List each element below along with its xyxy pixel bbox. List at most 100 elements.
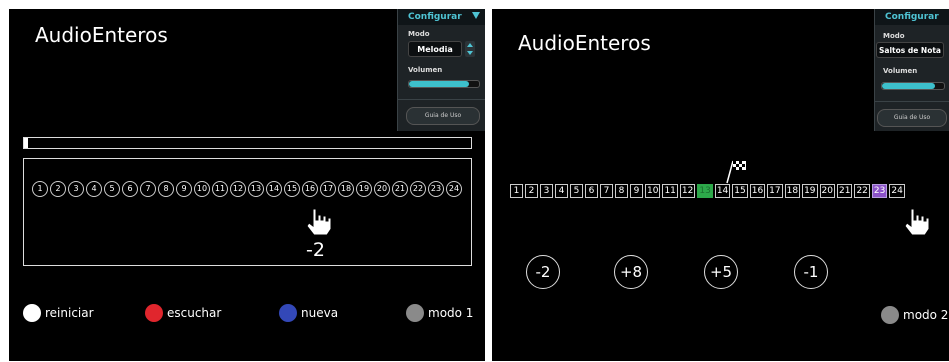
number-circle: 14 — [266, 181, 282, 197]
app-title: AudioEnteros — [518, 31, 651, 55]
number-square: 17 — [767, 184, 783, 198]
jump-option-button[interactable]: -1 — [794, 255, 828, 289]
jump-option-button[interactable]: +8 — [614, 255, 648, 289]
number-line: 1 2 3 4 5 6 7 8 9 10 11 12 13 14 15 16 17 18 19 20 21 22 23 24 — [510, 184, 907, 198]
number-square: 16 — [749, 184, 766, 198]
config-panel: Configurar Modo Saltos de Nota Volumen G… — [874, 9, 949, 131]
control-label: nueva — [301, 306, 339, 320]
number-circle: 12 — [230, 181, 246, 197]
volume-slider[interactable] — [881, 82, 945, 90]
number-circle: 19 — [356, 181, 372, 197]
progress-fill — [24, 138, 29, 148]
mode-select[interactable]: Melodia — [408, 41, 462, 57]
number-circle: 21 — [392, 181, 408, 197]
number-square: 24 — [889, 184, 905, 198]
right-panel: AudioEnteros Configurar Modo Saltos de N… — [492, 9, 949, 361]
left-panel: AudioEnteros Configurar Modo Melodia Vol… — [9, 9, 485, 361]
divider — [398, 99, 485, 100]
number-square: 15 — [732, 184, 748, 198]
volume-fill — [409, 81, 469, 87]
mode-button[interactable]: modo 1 — [406, 304, 473, 322]
number-square: 8 — [615, 184, 628, 198]
mode-select[interactable]: Saltos de Nota — [876, 42, 944, 58]
hand-cursor-icon — [904, 208, 930, 236]
mode-button[interactable]: modo 2 — [881, 306, 948, 324]
mode-button-label: modo 2 — [903, 308, 949, 322]
number-square: 19 — [802, 184, 818, 198]
number-square: 4 — [555, 184, 568, 198]
volume-fill — [882, 83, 935, 89]
escuchar-button[interactable]: escuchar — [145, 304, 221, 322]
config-panel: Configurar Modo Melodia Volumen Guia de … — [397, 9, 485, 131]
number-square: 11 — [662, 184, 678, 198]
number-square: 20 — [819, 184, 835, 198]
config-header[interactable]: Configurar — [398, 9, 485, 25]
reiniciar-button[interactable]: reiniciar — [23, 304, 94, 322]
control-label: escuchar — [167, 306, 222, 320]
config-header-label: Configurar — [408, 12, 462, 22]
mode-label: Modo — [408, 30, 430, 38]
number-circle: 15 — [284, 181, 300, 197]
number-circle: 23 — [428, 181, 444, 197]
number-circle: 17 — [320, 181, 336, 197]
number-circle: 6 — [122, 181, 138, 197]
number-square: 10 — [645, 184, 661, 198]
mode-spinner-icon[interactable] — [465, 41, 475, 57]
number-line: 1 2 3 4 5 6 7 8 9 10 11 12 13 14 15 16 17 18 19 20 21 22 23 24 — [32, 181, 464, 197]
app-title: AudioEnteros — [35, 23, 168, 47]
number-circle: 9 — [176, 181, 192, 197]
jump-option-button[interactable]: +5 — [704, 255, 738, 289]
number-square: 9 — [630, 184, 643, 198]
volume-label: Volumen — [883, 67, 918, 75]
volume-label: Volumen — [408, 66, 443, 74]
number-circle: 8 — [158, 181, 174, 197]
control-label: modo 1 — [428, 306, 474, 320]
number-square: 13 — [697, 184, 713, 198]
number-square: 12 — [679, 184, 696, 198]
number-circle: 20 — [374, 181, 390, 197]
control-dot-icon — [145, 304, 163, 322]
number-circle: 18 — [338, 181, 354, 197]
volume-slider[interactable] — [408, 80, 480, 88]
number-square: 2 — [525, 184, 538, 198]
config-header[interactable]: Configurar — [875, 9, 949, 25]
control-label: reiniciar — [45, 306, 94, 320]
number-square: 1 — [510, 184, 523, 198]
number-circle: 13 — [248, 181, 264, 197]
number-circle: 2 — [50, 181, 66, 197]
number-square: 21 — [836, 184, 853, 198]
checkered-flag-icon — [726, 160, 746, 184]
number-square: 7 — [600, 184, 613, 198]
collapse-triangle-icon[interactable] — [472, 12, 480, 19]
number-circle: 7 — [140, 181, 156, 197]
control-dot-icon — [406, 304, 424, 322]
number-circle: 4 — [86, 181, 102, 197]
mode-dot-icon — [881, 306, 899, 324]
guide-button[interactable]: Guia de Uso — [406, 107, 480, 125]
number-square: 6 — [585, 184, 598, 198]
number-circle: 16 — [302, 181, 318, 197]
progress-bar — [23, 137, 472, 149]
divider — [875, 101, 949, 102]
control-dot-icon — [279, 304, 297, 322]
number-circle: 10 — [194, 181, 210, 197]
number-line-box: 1 2 3 4 5 6 7 8 9 10 11 12 13 14 15 16 17 18 19 20 21 22 23 24 … — [23, 158, 472, 266]
number-circle: 3 — [68, 181, 84, 197]
number-square: 23 — [871, 184, 888, 198]
number-circle: 1 — [32, 181, 48, 197]
hand-cursor-icon — [306, 208, 332, 236]
mode-label: Modo — [883, 32, 905, 40]
number-square: 22 — [854, 184, 870, 198]
number-square: 3 — [540, 184, 553, 198]
config-header-label: Configurar — [885, 12, 939, 22]
guide-button[interactable]: Guia de Uso — [877, 109, 947, 127]
number-square: 14 — [714, 184, 731, 198]
nueva-button[interactable]: nueva — [279, 304, 338, 322]
number-square: 5 — [570, 184, 583, 198]
control-dot-icon — [23, 304, 41, 322]
jump-option-button[interactable]: -2 — [526, 255, 560, 289]
number-square: 18 — [784, 184, 801, 198]
number-circle: 24 — [446, 181, 462, 197]
offset-value: -2 — [306, 239, 325, 261]
number-circle: 22 — [410, 181, 426, 197]
